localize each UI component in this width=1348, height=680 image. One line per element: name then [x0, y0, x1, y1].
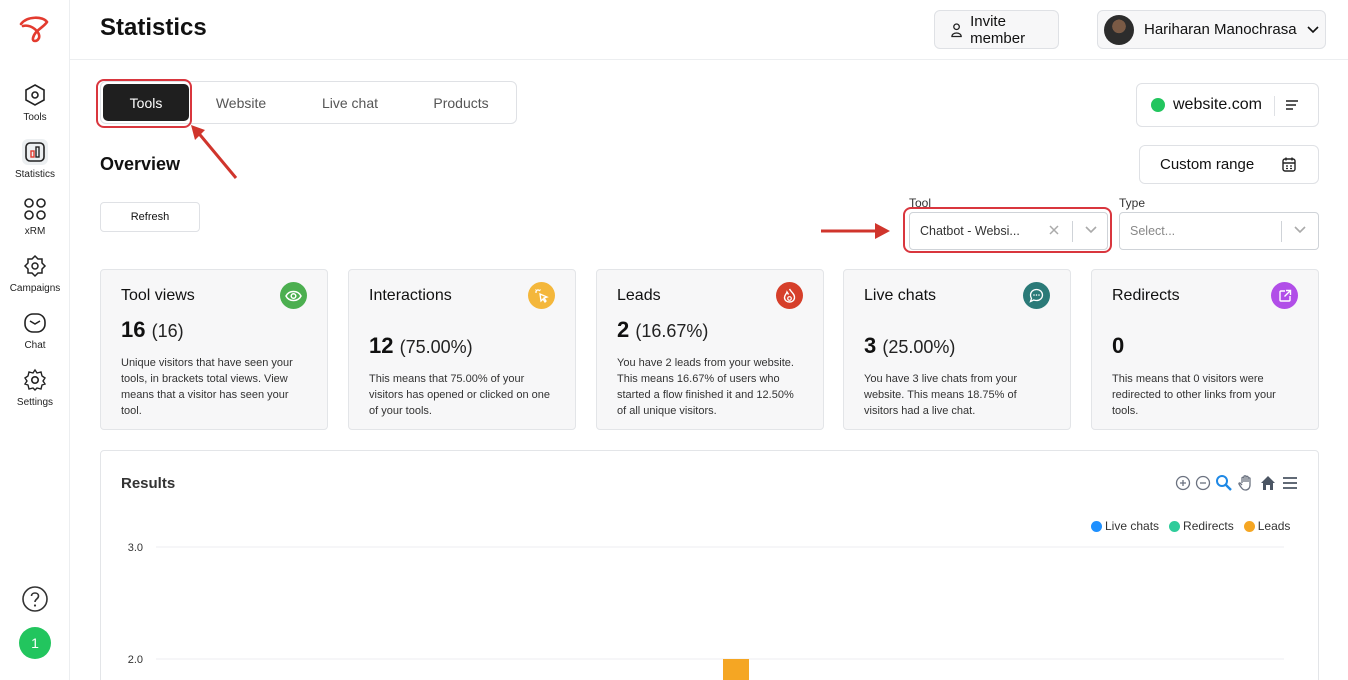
invite-member-button[interactable]: Invite member: [934, 10, 1059, 49]
tab-products[interactable]: Products: [415, 82, 507, 123]
card-value-number: 16: [121, 317, 146, 342]
sidebar-item-xrm[interactable]: xRM: [0, 196, 70, 237]
custom-range-label: Custom range: [1160, 156, 1255, 173]
card-value: 2 (16.67%): [617, 317, 708, 343]
sidebar-item-statistics[interactable]: Statistics: [0, 139, 70, 180]
y-tick-label: 2.0: [128, 654, 143, 666]
message-bubble-icon: [1023, 282, 1050, 309]
badge-icon: [22, 253, 48, 279]
cursor-click-icon: [528, 282, 555, 309]
bar-leads[interactable]: [723, 659, 749, 680]
card-value-number: 3: [864, 333, 877, 358]
bar-chart-icon: [22, 139, 48, 165]
status-dot: [1151, 98, 1165, 112]
card-description: This means that 75.00% of your visitors …: [369, 373, 550, 417]
card-value-sub: (75.00%): [399, 337, 473, 357]
sidebar-item-campaigns[interactable]: Campaigns: [0, 253, 70, 294]
stat-card-live-chats: Live chats 3 (25.00%) You have 3 live ch…: [843, 269, 1071, 430]
card-title: Leads: [617, 287, 661, 304]
sidebar-item-tools[interactable]: Tools: [0, 82, 70, 123]
card-value-sub: (16): [151, 321, 184, 341]
stat-card-tool-views: Tool views 16 (16) Unique visitors that …: [100, 269, 328, 430]
external-link-icon: [1271, 282, 1298, 309]
card-title: Live chats: [864, 287, 937, 304]
card-value-sub: (16.67%): [635, 321, 709, 341]
type-select[interactable]: Select...: [1119, 212, 1319, 250]
card-title: Redirects: [1112, 287, 1180, 304]
sidebar: Tools Statistics xRM Campaigns Chat Sett…: [0, 0, 70, 680]
stat-card-interactions: Interactions 12 (75.00%) This means that…: [348, 269, 576, 430]
card-value: 16 (16): [121, 317, 184, 343]
sidebar-item-label: Tools: [23, 112, 47, 123]
user-icon: [951, 22, 962, 37]
stat-card-leads: Leads 2 (16.67%) You have 2 leads from y…: [596, 269, 824, 430]
card-description: Unique visitors that have seen your tool…: [121, 357, 293, 417]
refresh-button[interactable]: Refresh: [100, 202, 200, 232]
user-name: Hariharan Manochrasa: [1144, 21, 1297, 38]
invite-label: Invite member: [970, 12, 1026, 47]
calendar-icon: [1282, 157, 1296, 172]
highlight-box: [96, 79, 192, 128]
gear-icon: [22, 367, 48, 393]
site-selector[interactable]: website.com: [1136, 83, 1319, 127]
help-icon[interactable]: [21, 585, 49, 613]
fire-icon: [776, 282, 803, 309]
sidebar-item-settings[interactable]: Settings: [0, 367, 70, 408]
chevron-down-icon: [1307, 25, 1319, 33]
y-tick-label: 3.0: [128, 542, 143, 554]
notification-badge[interactable]: 1: [19, 627, 51, 659]
stat-card-redirects: Redirects 0 This means that 0 visitors w…: [1091, 269, 1319, 430]
card-value: 12 (75.00%): [369, 333, 473, 359]
sidebar-item-label: Statistics: [14, 169, 55, 180]
brand-logo[interactable]: [17, 14, 53, 44]
card-value-sub: (25.00%): [882, 337, 956, 357]
card-value-number: 2: [617, 317, 630, 342]
type-label: Type: [1119, 196, 1146, 210]
divider: [1274, 96, 1275, 116]
hexagon-icon: [22, 82, 48, 108]
sidebar-item-label: xRM: [24, 226, 46, 237]
site-name: website.com: [1173, 96, 1262, 113]
chevron-down-icon: [1294, 226, 1306, 234]
avatar: [1104, 14, 1134, 45]
tab-live-chat[interactable]: Live chat: [305, 82, 395, 123]
top-header: Statistics Invite member Hariharan Manoc…: [70, 0, 1348, 60]
overview-title: Overview: [100, 154, 181, 174]
type-select-placeholder: Select...: [1130, 224, 1176, 238]
annotation-arrow: [821, 223, 890, 239]
annotation-arrow: [191, 125, 238, 179]
card-value: 3 (25.00%): [864, 333, 955, 359]
menu-icon[interactable]: [1285, 98, 1299, 112]
card-value: 0: [1112, 333, 1124, 359]
custom-range-button[interactable]: Custom range: [1139, 145, 1319, 184]
card-description: You have 2 leads from your website. This…: [617, 357, 794, 417]
results-panel: Results Live chats Redirects Leads 3.0 2.…: [100, 450, 1319, 680]
tab-website[interactable]: Website: [197, 82, 285, 123]
sidebar-item-label: Settings: [16, 397, 54, 408]
grid-icon: [22, 196, 48, 222]
sidebar-item-chat[interactable]: Chat: [0, 310, 70, 351]
card-description: This means that 0 visitors were redirect…: [1112, 373, 1276, 417]
chat-icon: [22, 310, 48, 336]
chart-plot: 3.0 2.0: [128, 542, 1284, 680]
user-menu-button[interactable]: Hariharan Manochrasa: [1097, 10, 1326, 49]
card-description: You have 3 live chats from your website.…: [864, 373, 1018, 417]
highlight-box: [903, 207, 1112, 253]
sidebar-item-label: Chat: [24, 340, 46, 351]
eye-icon: [280, 282, 307, 309]
card-title: Interactions: [369, 287, 452, 304]
card-title: Tool views: [121, 287, 195, 304]
divider: [1281, 221, 1282, 242]
card-value-number: 0: [1112, 333, 1125, 358]
card-value-number: 12: [369, 333, 394, 358]
sidebar-item-label: Campaigns: [9, 283, 61, 294]
page-title: Statistics: [100, 14, 207, 41]
